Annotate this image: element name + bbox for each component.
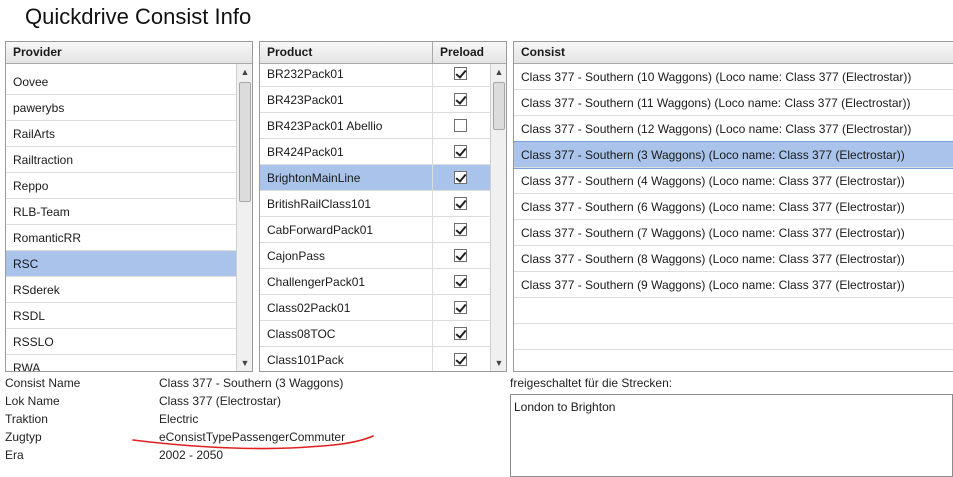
red-underline-annotation (132, 435, 374, 450)
